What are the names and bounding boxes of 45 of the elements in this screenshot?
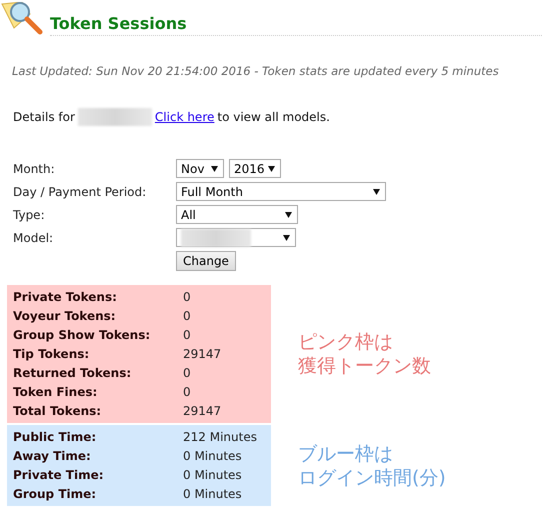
dropdown-select[interactable] bbox=[176, 228, 296, 247]
stat-label: Private Tokens: bbox=[13, 289, 118, 306]
annotation-text: ブルー枠は bbox=[298, 442, 394, 466]
last-updated-text: Last Updated: Sun Nov 20 21:54:00 2016 - Token stats are updated every 5 minutes bbox=[12, 64, 500, 78]
stat-label: Private Time: bbox=[13, 467, 105, 484]
stat-value: 0 bbox=[183, 365, 192, 382]
dropdown-caret-icon bbox=[283, 234, 290, 240]
dropdown-select[interactable]: 2016 bbox=[229, 159, 281, 178]
change-button[interactable]: Change bbox=[176, 251, 236, 271]
field-label: Month: bbox=[13, 162, 56, 176]
stat-value: 29147 bbox=[183, 403, 222, 420]
dropdown-select[interactable]: All bbox=[176, 205, 298, 224]
stat-label: Token Fines: bbox=[13, 384, 98, 401]
stat-label: Group Show Tokens: bbox=[13, 327, 152, 344]
dropdown-caret-icon bbox=[285, 212, 292, 218]
stat-label: Returned Tokens: bbox=[13, 365, 132, 382]
annotation-text: 獲得トークン数 bbox=[298, 354, 431, 378]
dropdown-select[interactable]: Full Month bbox=[176, 182, 386, 201]
stat-value: 29147 bbox=[183, 346, 222, 363]
click-here-link[interactable]: Click here bbox=[154, 110, 214, 124]
stat-label: Group Time: bbox=[13, 486, 98, 503]
field-label: Model: bbox=[13, 230, 54, 244]
stat-label: Voyeur Tokens: bbox=[13, 308, 117, 325]
stat-value: 0 Minutes bbox=[183, 486, 243, 503]
dropdown-caret-icon bbox=[211, 166, 218, 172]
dropdown-caret-icon bbox=[268, 166, 275, 172]
stat-value: 0 bbox=[183, 289, 192, 306]
page-title: Token Sessions bbox=[50, 14, 542, 36]
details-text: Details for Click here to view all models. bbox=[13, 108, 330, 126]
dropdown-caret-icon bbox=[373, 188, 380, 194]
field-label: Day / Payment Period: bbox=[13, 184, 148, 198]
stat-value: 0 Minutes bbox=[183, 467, 243, 484]
field-label: Type: bbox=[13, 208, 46, 222]
stat-label: Public Time: bbox=[13, 429, 98, 446]
annotation-text: ログイン時間(分) bbox=[298, 466, 446, 490]
stat-value: 0 bbox=[183, 384, 192, 401]
stat-value: 0 bbox=[183, 308, 192, 325]
stat-label: Tip Tokens: bbox=[13, 346, 90, 363]
annotation-text: ピンク枠は bbox=[298, 330, 394, 354]
dropdown-select[interactable]: Nov bbox=[176, 159, 224, 178]
stat-label: Total Tokens: bbox=[13, 403, 102, 420]
stat-value: 0 Minutes bbox=[183, 448, 243, 465]
stat-value: 0 bbox=[183, 327, 192, 344]
stat-value: 212 Minutes bbox=[183, 429, 258, 446]
stat-label: Away Time: bbox=[13, 448, 92, 465]
